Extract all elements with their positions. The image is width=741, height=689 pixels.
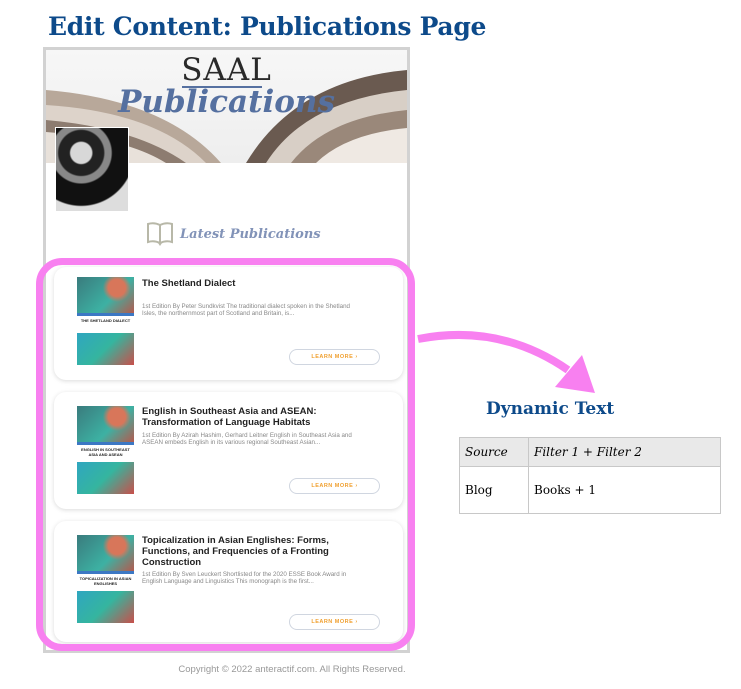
open-book-icon	[147, 222, 173, 246]
dynamic-text-heading: Dynamic Text	[486, 399, 615, 419]
author-photo	[55, 127, 129, 212]
table-header-row: Source Filter 1 + Filter 2	[459, 437, 721, 467]
header-filters: Filter 1 + Filter 2	[528, 437, 721, 467]
highlight-outline	[36, 258, 415, 651]
header-source: Source	[459, 437, 529, 467]
copyright-footer: Copyright © 2022 anteractif.com. All Rig…	[178, 664, 406, 675]
cell-source: Blog	[459, 466, 529, 514]
brand-logo: SAAL	[181, 52, 272, 88]
page-title: Edit Content: Publications Page	[48, 12, 487, 41]
pink-arrow-icon	[417, 330, 595, 393]
section-heading: Latest Publications	[146, 221, 321, 247]
banner-heading: Publications	[118, 84, 335, 120]
dynamic-text-table: Source Filter 1 + Filter 2 Blog Books + …	[459, 437, 721, 514]
cell-filters: Books + 1	[528, 466, 721, 514]
table-row: Blog Books + 1	[459, 466, 721, 514]
